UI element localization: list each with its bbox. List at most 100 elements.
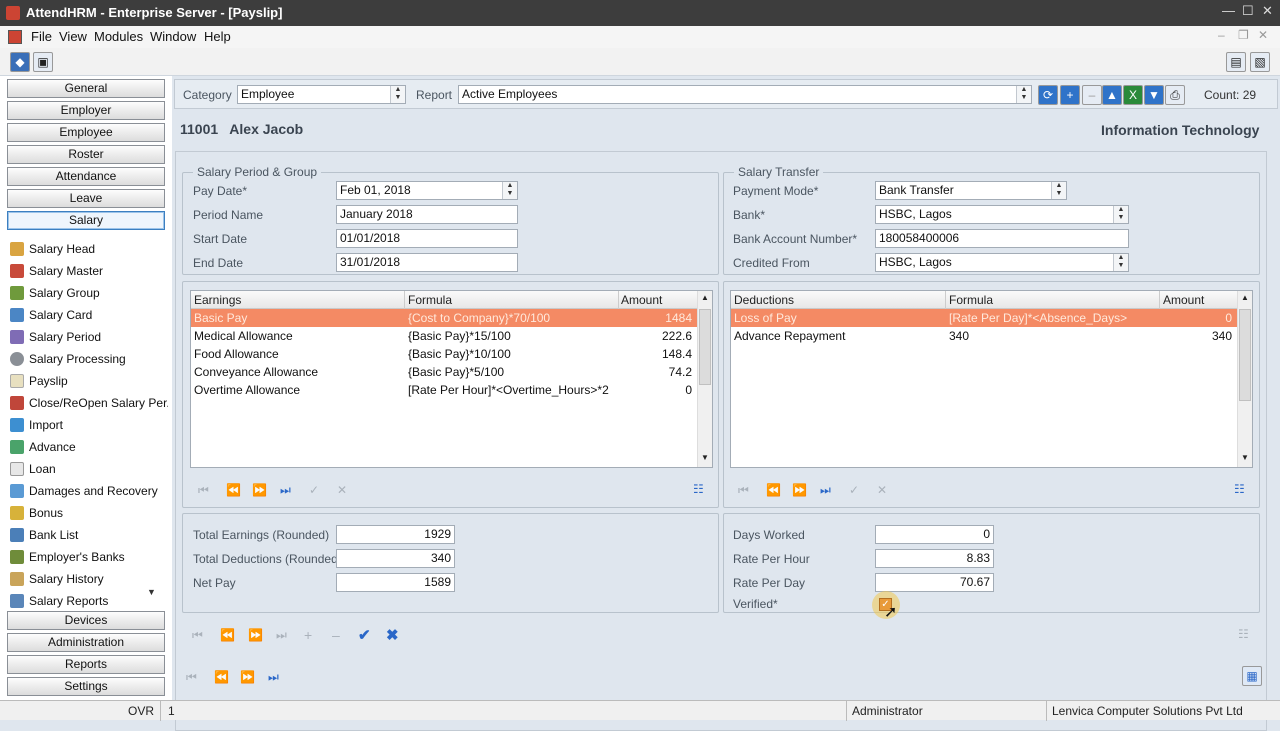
- spin-icon[interactable]: ▲ ▼: [1113, 254, 1128, 271]
- previous-employee-icon[interactable]: ⏪: [214, 670, 229, 684]
- nav-item-employers-banks[interactable]: Employer's Banks: [10, 550, 168, 570]
- nav-item-salary-card[interactable]: Salary Card: [10, 308, 168, 328]
- grid-view-icon[interactable]: ☷: [1234, 482, 1245, 496]
- table-row[interactable]: Loss of Pay [Rate Per Day]*<Absence_Days…: [731, 309, 1238, 327]
- report-select[interactable]: Active Employees ▲ ▼: [458, 85, 1032, 104]
- nav-item-bonus[interactable]: Bonus: [10, 506, 168, 526]
- nav-item-advance[interactable]: Advance: [10, 440, 168, 460]
- period-name-field[interactable]: January 2018: [336, 205, 518, 224]
- nav-leave[interactable]: Leave: [7, 189, 165, 208]
- close-button[interactable]: ✕: [1262, 3, 1273, 19]
- col-deductions[interactable]: Deductions: [734, 293, 794, 307]
- table-row[interactable]: Food Allowance {Basic Pay}*10/100 148.4: [191, 345, 698, 363]
- deductions-scrollbar[interactable]: ▲ ▼: [1237, 291, 1252, 467]
- nav-item-loan[interactable]: Loan: [10, 462, 168, 482]
- next-employee-icon[interactable]: ⏩: [240, 670, 255, 684]
- last-record-icon[interactable]: ⏭: [276, 628, 287, 643]
- nav-attendance[interactable]: Attendance: [7, 167, 165, 186]
- nav-item-bank-list[interactable]: Bank List: [10, 528, 168, 548]
- mdi-minimize-icon[interactable]: –: [1218, 28, 1225, 42]
- nav-item-damages[interactable]: Damages and Recovery: [10, 484, 168, 504]
- col-formula[interactable]: Formula: [949, 293, 993, 307]
- nav-general[interactable]: General: [7, 79, 165, 98]
- nav-item-salary-master[interactable]: Salary Master: [10, 264, 168, 284]
- last-record-icon[interactable]: ⏭: [820, 483, 831, 498]
- nav-item-salary-group[interactable]: Salary Group: [10, 286, 168, 306]
- total-earnings-field[interactable]: 1929: [336, 525, 455, 544]
- credited-from-select[interactable]: HSBC, Lagos ▲ ▼: [875, 253, 1129, 272]
- menu-view[interactable]: View: [59, 29, 87, 44]
- save-icon[interactable]: ✔: [358, 626, 371, 644]
- previous-record-icon[interactable]: ⏪: [226, 483, 241, 497]
- table-row[interactable]: Basic Pay {Cost to Company}*70/100 1484: [191, 309, 698, 327]
- excel-icon[interactable]: X: [1123, 85, 1143, 105]
- delete-icon[interactable]: –: [332, 627, 340, 643]
- cancel-icon[interactable]: ✕: [337, 483, 347, 497]
- spin-icon[interactable]: ▲ ▼: [1113, 206, 1128, 223]
- image-icon[interactable]: ▧: [1250, 52, 1270, 72]
- nav-roster[interactable]: Roster: [7, 145, 165, 164]
- category-select[interactable]: Employee ▲ ▼: [237, 85, 406, 104]
- next-record-icon[interactable]: ⏩: [248, 628, 263, 642]
- first-record-icon[interactable]: ⏮: [198, 483, 209, 498]
- earnings-scrollbar[interactable]: ▲ ▼: [697, 291, 712, 467]
- scroll-down-icon[interactable]: ▼: [147, 587, 156, 597]
- menu-help[interactable]: Help: [204, 29, 231, 44]
- first-record-icon[interactable]: ⏮: [192, 628, 203, 643]
- first-employee-icon[interactable]: ⏮: [186, 670, 197, 685]
- start-date-field[interactable]: 01/01/2018: [336, 229, 518, 248]
- table-row[interactable]: Overtime Allowance [Rate Per Hour]*<Over…: [191, 381, 698, 399]
- rate-per-hour-field[interactable]: 8.83: [875, 549, 994, 568]
- calendar-icon[interactable]: ▦: [1242, 666, 1262, 686]
- bank-select[interactable]: HSBC, Lagos ▲ ▼: [875, 205, 1129, 224]
- camera-icon[interactable]: ▣: [33, 52, 53, 72]
- nav-salary[interactable]: Salary: [7, 211, 165, 230]
- col-formula[interactable]: Formula: [408, 293, 452, 307]
- col-amount[interactable]: Amount: [1163, 293, 1204, 307]
- nav-item-import[interactable]: Import: [10, 418, 168, 438]
- table-row[interactable]: Advance Repayment 340 340: [731, 327, 1238, 345]
- days-worked-field[interactable]: 0: [875, 525, 994, 544]
- last-employee-icon[interactable]: ⏭: [268, 670, 279, 685]
- col-amount[interactable]: Amount: [621, 293, 662, 307]
- pay-date-field[interactable]: Feb 01, 2018 ▲ ▼: [336, 181, 518, 200]
- earnings-grid[interactable]: Earnings Formula Amount Basic Pay {Cost …: [190, 290, 713, 468]
- nav-item-close-reopen[interactable]: Close/ReOpen Salary Per...: [10, 396, 168, 416]
- cancel-icon[interactable]: ✕: [877, 483, 887, 497]
- first-record-icon[interactable]: ⏮: [738, 483, 749, 498]
- next-record-icon[interactable]: ⏩: [792, 483, 807, 497]
- menu-window[interactable]: Window: [150, 29, 196, 44]
- add-icon[interactable]: +: [1060, 85, 1080, 105]
- table-row[interactable]: Conveyance Allowance {Basic Pay}*5/100 7…: [191, 363, 698, 381]
- spin-icon[interactable]: ▲ ▼: [502, 182, 517, 199]
- menu-file[interactable]: File: [31, 29, 52, 44]
- payment-mode-select[interactable]: Bank Transfer ▲ ▼: [875, 181, 1067, 200]
- mdi-close-icon[interactable]: ✕: [1258, 28, 1268, 42]
- post-icon[interactable]: ✓: [309, 483, 319, 497]
- previous-record-icon[interactable]: ⏪: [766, 483, 781, 497]
- nav-item-payslip[interactable]: Payslip: [10, 374, 168, 394]
- discard-icon[interactable]: ✖: [386, 626, 399, 644]
- nav-employer[interactable]: Employer: [7, 101, 165, 120]
- rate-per-day-field[interactable]: 70.67: [875, 573, 994, 592]
- grid-view-icon[interactable]: ☷: [1238, 627, 1249, 641]
- spin-icon[interactable]: ▲ ▼: [1016, 86, 1031, 103]
- next-record-icon[interactable]: ⏩: [252, 483, 267, 497]
- mdi-restore-icon[interactable]: ❐: [1238, 28, 1249, 42]
- refresh-icon[interactable]: ⟳: [1038, 85, 1058, 105]
- book-icon[interactable]: ◆: [10, 52, 30, 72]
- minimize-button[interactable]: —: [1222, 3, 1235, 18]
- account-number-field[interactable]: 180058400006: [875, 229, 1129, 248]
- nav-item-salary-period[interactable]: Salary Period: [10, 330, 168, 350]
- menu-modules[interactable]: Modules: [94, 29, 143, 44]
- net-pay-field[interactable]: 1589: [336, 573, 455, 592]
- print-icon[interactable]: ⎙: [1165, 85, 1185, 105]
- deductions-grid[interactable]: Deductions Formula Amount Loss of Pay [R…: [730, 290, 1253, 468]
- nav-reports[interactable]: Reports: [7, 655, 165, 674]
- previous-record-icon[interactable]: ⏪: [220, 628, 235, 642]
- maximize-button[interactable]: ☐: [1242, 3, 1254, 19]
- post-icon[interactable]: ✓: [849, 483, 859, 497]
- nav-item-salary-head[interactable]: Salary Head: [10, 242, 168, 262]
- last-record-icon[interactable]: ⏭: [280, 483, 291, 498]
- table-row[interactable]: Medical Allowance {Basic Pay}*15/100 222…: [191, 327, 698, 345]
